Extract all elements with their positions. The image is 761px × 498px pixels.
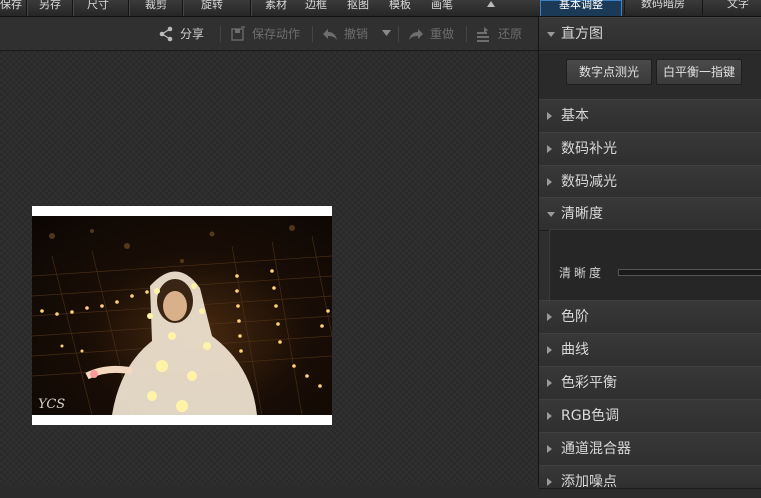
save-action-icon xyxy=(231,26,245,41)
expand-arrow-icon xyxy=(547,313,552,321)
toolbar-divider xyxy=(220,26,221,42)
menu-divider xyxy=(128,0,129,16)
section-title: 色彩平衡 xyxy=(561,375,617,391)
expand-arrow-icon xyxy=(547,346,552,354)
menu-materials[interactable]: 素材 xyxy=(260,0,292,15)
collapse-arrow-icon xyxy=(547,32,555,37)
sharpness-body: 清晰度 xyxy=(549,229,761,301)
expand-arrow-icon xyxy=(547,412,552,420)
menu-divider xyxy=(26,0,27,16)
save-action-button[interactable]: 保存动作 xyxy=(230,25,300,43)
section-title: 清晰度 xyxy=(561,206,603,222)
section-sharpness[interactable]: 清晰度 xyxy=(539,197,761,231)
restore-label: 还原 xyxy=(498,27,523,41)
tab-basic-adjust[interactable]: 基本调整 xyxy=(540,0,622,16)
expand-arrow-icon xyxy=(547,478,552,486)
image-canvas[interactable]: YCS xyxy=(0,51,538,487)
adjustment-panel: 直方图 数字点测光 白平衡一指键 基本 数码补光 数码减光 清晰度 清晰度 色阶… xyxy=(538,17,761,490)
tab-digital-darkroom[interactable]: 数码暗房 xyxy=(624,0,701,15)
sharpness-label: 清晰度 xyxy=(559,266,605,280)
restore-icon xyxy=(477,27,489,42)
section-title: 基本 xyxy=(561,108,589,124)
toolbar-divider xyxy=(312,26,313,42)
menu-size[interactable]: 尺寸 xyxy=(80,0,116,15)
section-levels[interactable]: 色阶 xyxy=(539,300,761,334)
white-balance-button[interactable]: 白平衡一指键 xyxy=(656,59,742,85)
restore-button[interactable]: 还原 xyxy=(476,25,522,43)
expand-arrow-icon xyxy=(547,145,552,153)
menu-brush[interactable]: 画笔 xyxy=(426,0,458,15)
section-add-noise[interactable]: 添加噪点 xyxy=(539,465,761,490)
undo-dropdown-icon[interactable] xyxy=(382,30,391,36)
menu-save-as[interactable]: 另存 xyxy=(34,0,66,15)
tab-text[interactable]: 文字 xyxy=(702,0,761,15)
section-color-balance[interactable]: 色彩平衡 xyxy=(539,366,761,400)
menu-template[interactable]: 模板 xyxy=(384,0,416,15)
section-title: 数码补光 xyxy=(561,141,617,157)
section-channel-mixer[interactable]: 通道混合器 xyxy=(539,432,761,466)
expand-arrow-icon xyxy=(547,112,552,120)
menu-cutout[interactable]: 抠图 xyxy=(342,0,374,15)
more-arrow-icon[interactable] xyxy=(486,0,496,8)
collapse-arrow-icon xyxy=(547,212,555,217)
section-title: 曲线 xyxy=(561,342,589,358)
save-action-label: 保存动作 xyxy=(252,27,301,41)
section-title: 数码减光 xyxy=(561,174,617,190)
undo-button[interactable]: 撤销 xyxy=(322,25,368,43)
section-title: 直方图 xyxy=(561,26,603,42)
section-basic[interactable]: 基本 xyxy=(539,99,761,133)
expand-arrow-icon xyxy=(547,379,552,387)
section-histogram[interactable]: 直方图 xyxy=(539,17,761,51)
top-menu-bar: 保存 另存 尺寸 裁剪 旋转 素材 边框 抠图 模板 画笔 基本调整 数码暗房 … xyxy=(0,0,761,17)
redo-button[interactable]: 重做 xyxy=(408,25,454,43)
section-digital-reduce-light[interactable]: 数码减光 xyxy=(539,165,761,199)
edited-photo: YCS xyxy=(32,216,332,415)
section-digital-fill-light[interactable]: 数码补光 xyxy=(539,132,761,166)
redo-label: 重做 xyxy=(430,27,455,41)
expand-arrow-icon xyxy=(547,178,552,186)
toolbar-divider xyxy=(398,26,399,42)
menu-divider xyxy=(182,0,183,16)
sharpness-slider[interactable] xyxy=(618,269,761,276)
menu-rotate[interactable]: 旋转 xyxy=(194,0,230,15)
redo-icon xyxy=(409,29,423,40)
toolbar-divider xyxy=(466,26,467,42)
section-title: RGB色调 xyxy=(561,408,620,424)
menu-crop[interactable]: 裁剪 xyxy=(138,0,174,15)
share-label: 分享 xyxy=(180,27,205,41)
expand-arrow-icon xyxy=(547,445,552,453)
section-title: 添加噪点 xyxy=(561,474,617,490)
histogram-body: 数字点测光 白平衡一指键 xyxy=(539,53,761,99)
menu-border[interactable]: 边框 xyxy=(300,0,332,15)
menu-save[interactable]: 保存 xyxy=(0,0,22,15)
undo-icon xyxy=(323,29,337,40)
photo-preview[interactable]: YCS xyxy=(32,206,332,425)
share-button[interactable]: 分享 xyxy=(158,25,204,43)
undo-label: 撤销 xyxy=(344,27,369,41)
menu-divider xyxy=(72,0,73,16)
menu-divider xyxy=(250,0,251,16)
section-curves[interactable]: 曲线 xyxy=(539,333,761,367)
edit-toolbar: 分享 保存动作 撤销 重做 还原 xyxy=(0,17,538,51)
digital-metering-button[interactable]: 数字点测光 xyxy=(566,59,652,85)
share-icon xyxy=(159,26,173,42)
section-rgb-tone[interactable]: RGB色调 xyxy=(539,399,761,433)
section-title: 通道混合器 xyxy=(561,441,631,457)
photo-watermark: YCS xyxy=(38,397,66,412)
section-title: 色阶 xyxy=(561,309,589,325)
